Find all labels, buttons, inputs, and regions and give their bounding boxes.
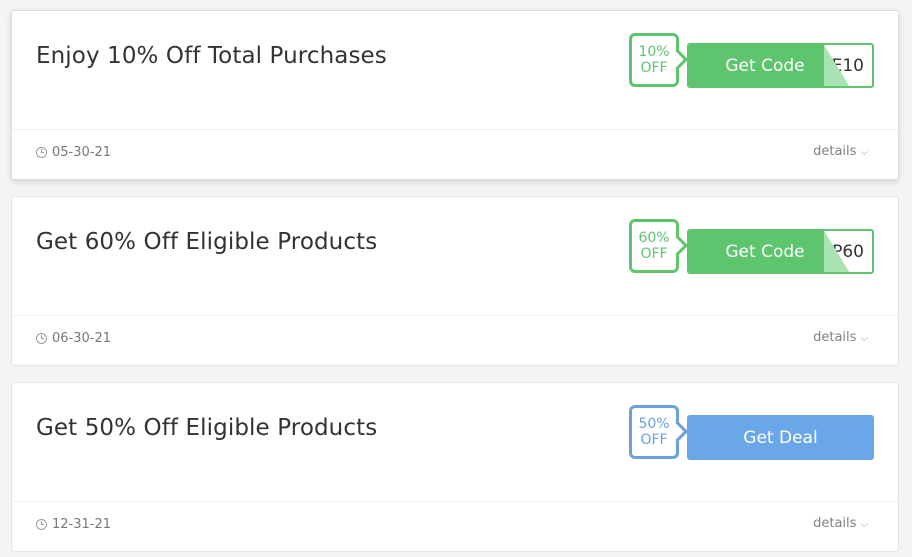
chevron-down-icon: ⌵ [860,333,868,344]
offer-title: Get 50% Off Eligible Products [36,415,378,441]
offer-card: Get 60% Off Eligible Products 60% OFF P6… [11,196,899,366]
discount-badge: 10% OFF [629,33,679,87]
card-divider [12,315,898,316]
expiry-date: 05-30-21 [36,145,111,160]
clock-icon [36,147,47,158]
offer-card: Enjoy 10% Off Total Purchases 10% OFF E1… [11,10,899,180]
details-toggle[interactable]: details ⌵ [813,516,868,531]
badge-off: OFF [640,60,668,76]
badge-off: OFF [640,432,668,448]
offer-card: Get 50% Off Eligible Products 50% OFF Ge… [11,382,899,552]
discount-badge: 50% OFF [629,405,679,459]
get-deal-button[interactable]: Get Deal [687,415,874,460]
card-divider [12,129,898,130]
expiry-date-text: 06-30-21 [52,331,112,346]
details-toggle[interactable]: details ⌵ [813,330,868,345]
details-label: details [813,144,857,159]
badge-off: OFF [640,246,668,262]
expiry-date: 12-31-21 [36,517,111,532]
expiry-date-text: 05-30-21 [52,145,112,160]
badge-percent: 10% [638,44,670,60]
expiry-date: 06-30-21 [36,331,111,346]
details-label: details [813,516,857,531]
details-label: details [813,330,857,345]
card-divider [12,501,898,502]
expiry-date-text: 12-31-21 [52,517,112,532]
details-toggle[interactable]: details ⌵ [813,144,868,159]
badge-percent: 50% [638,416,670,432]
chevron-down-icon: ⌵ [860,147,868,158]
chevron-down-icon: ⌵ [860,519,868,530]
badge-percent: 60% [638,230,670,246]
offer-title: Get 60% Off Eligible Products [36,229,378,255]
offer-title: Enjoy 10% Off Total Purchases [36,43,387,69]
clock-icon [36,519,47,530]
get-code-button[interactable]: E10 Get Code [687,43,874,88]
get-code-button[interactable]: P60 Get Code [687,229,874,274]
clock-icon [36,333,47,344]
discount-badge: 60% OFF [629,219,679,273]
